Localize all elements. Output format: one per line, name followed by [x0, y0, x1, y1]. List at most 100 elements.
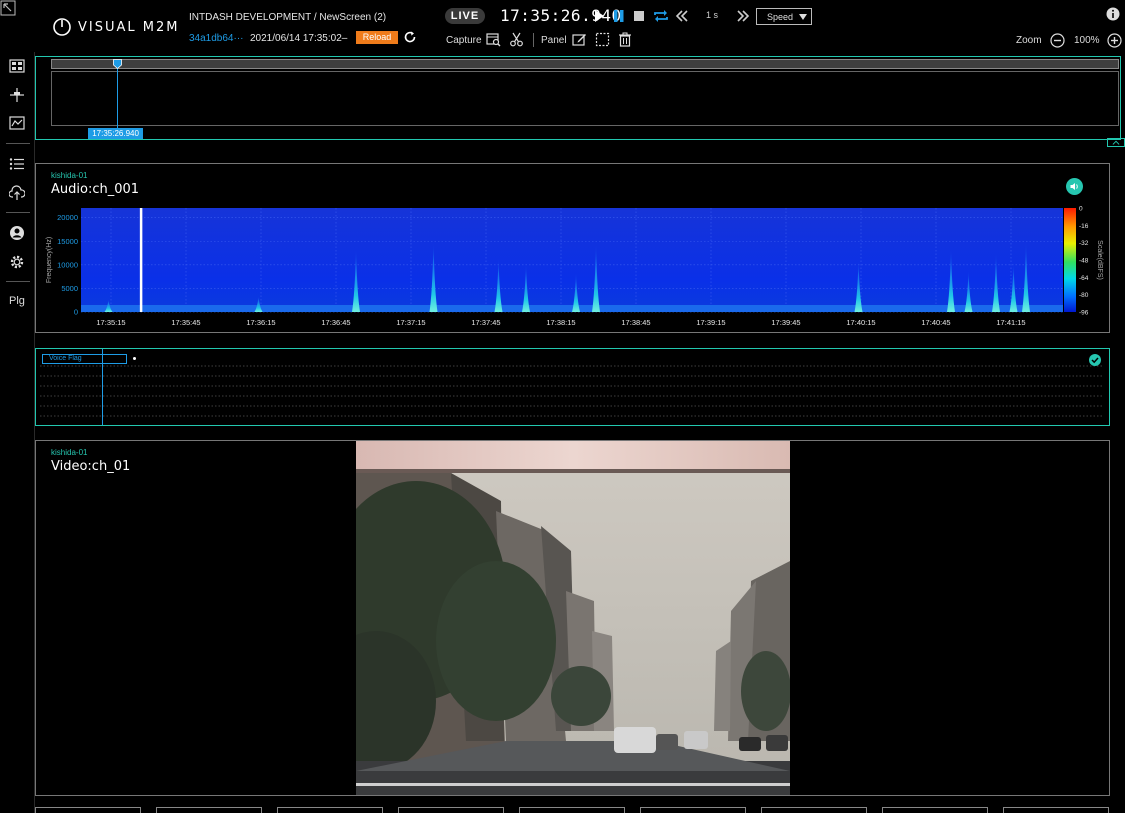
- x-tick-label: 17:37:45: [471, 318, 500, 327]
- dashboard-icon[interactable]: [9, 59, 25, 73]
- video-panel[interactable]: kishida-01 Video:ch_01: [35, 440, 1110, 796]
- color-tick-label: -32: [1079, 240, 1089, 247]
- signal-icon[interactable]: [9, 87, 25, 103]
- bottom-tab[interactable]: [640, 807, 746, 813]
- fast-forward-icon[interactable]: [736, 9, 750, 23]
- bottom-tab[interactable]: [882, 807, 988, 813]
- breadcrumb[interactable]: INTDASH DEVELOPMENT / NewScreen (2): [189, 12, 386, 23]
- x-tick-label: 17:35:15: [96, 318, 125, 327]
- color-tick-label: -80: [1079, 292, 1089, 299]
- color-scale-ticks: 0 -16 -32 -48 -64 -80 -96: [1079, 206, 1089, 317]
- play-icon[interactable]: [593, 9, 605, 23]
- audio-device-name: kishida-01: [51, 171, 88, 180]
- video-panel-title: Video:ch_01: [51, 459, 131, 474]
- bottom-tab[interactable]: [761, 807, 867, 813]
- live-button[interactable]: LIVE: [445, 8, 485, 24]
- x-axis-ticks: 17:35:15 17:35:45 17:36:15 17:36:45 17:37:15…: [96, 318, 1025, 327]
- color-tick-label: -64: [1079, 275, 1089, 282]
- spectrogram-noise-floor: [81, 305, 1063, 312]
- user-icon[interactable]: [9, 225, 25, 241]
- pause-icon[interactable]: [613, 9, 625, 23]
- measurement-date: 2021/06/14 17:35:02–: [250, 33, 348, 44]
- logo-text: VISUAL M2M: [78, 19, 180, 35]
- bottom-tab[interactable]: [35, 807, 141, 813]
- audio-panel[interactable]: kishida-01 Audio:ch_001 Frequency(Hz) 0 5…: [35, 163, 1110, 333]
- color-scale-label: Scale(dBFS): [1096, 240, 1103, 280]
- bottom-tab[interactable]: [519, 807, 625, 813]
- y-tick-label: 5000: [61, 284, 78, 293]
- y-tick-label: 20000: [57, 213, 78, 222]
- y-tick-label: 0: [74, 308, 78, 317]
- bottom-tab[interactable]: [156, 807, 262, 813]
- timeline-cursor[interactable]: [117, 61, 119, 129]
- gear-icon[interactable]: [9, 254, 25, 270]
- scissors-icon[interactable]: [509, 32, 524, 47]
- zoom-out-icon[interactable]: [1050, 33, 1065, 48]
- panel-select-icon[interactable]: [595, 32, 610, 47]
- loop-icon[interactable]: [653, 9, 669, 23]
- video-frame[interactable]: [356, 441, 790, 795]
- speaker-icon[interactable]: [1066, 178, 1083, 195]
- screen-icon[interactable]: [9, 116, 25, 130]
- bottom-tab[interactable]: [398, 807, 504, 813]
- x-tick-label: 17:38:15: [546, 318, 575, 327]
- panel-edit-icon[interactable]: [572, 32, 587, 47]
- spectrogram-chart[interactable]: Frequency(Hz) 0 5000 10000 15000 20000 17:35…: [36, 204, 1108, 332]
- x-tick-label: 17:39:45: [771, 318, 800, 327]
- flag-marker: [133, 357, 136, 360]
- calendar-search-icon[interactable]: [486, 32, 501, 47]
- speed-label: Speed: [767, 11, 794, 22]
- stop-icon[interactable]: [633, 9, 645, 23]
- timeline-area[interactable]: [51, 71, 1119, 126]
- list-icon[interactable]: [9, 157, 25, 171]
- audio-panel-title: Audio:ch_001: [51, 182, 140, 197]
- logo-power-icon: [53, 18, 71, 36]
- sidebar-divider: [6, 212, 30, 213]
- y-tick-label: 10000: [57, 260, 78, 269]
- expand-corner-icon[interactable]: [0, 0, 16, 16]
- x-tick-label: 17:35:45: [171, 318, 200, 327]
- capture-label: Capture: [446, 35, 482, 46]
- zoom-label: Zoom: [1016, 35, 1042, 46]
- bottom-tab[interactable]: [277, 807, 383, 813]
- voice-flag-panel[interactable]: Voice Flag: [35, 348, 1110, 426]
- y-tick-label: 15000: [57, 237, 78, 246]
- check-circle-icon[interactable]: [1089, 354, 1101, 366]
- x-tick-label: 17:39:15: [696, 318, 725, 327]
- plugin-label[interactable]: Plg: [9, 295, 25, 307]
- x-tick-label: 17:41:15: [996, 318, 1025, 327]
- x-tick-label: 17:40:15: [846, 318, 875, 327]
- color-tick-label: -96: [1079, 310, 1089, 317]
- y-axis-ticks: 0 5000 10000 15000 20000: [57, 213, 78, 316]
- x-tick-label: 17:36:15: [246, 318, 275, 327]
- timeline-handle-icon[interactable]: [113, 59, 123, 69]
- trash-icon[interactable]: [618, 32, 632, 47]
- refresh-icon[interactable]: [403, 30, 417, 44]
- measurement-id[interactable]: 34a1db64···: [189, 33, 243, 44]
- zoom-in-icon[interactable]: [1107, 33, 1122, 48]
- zoom-value: 100%: [1074, 35, 1100, 46]
- timeline-cursor-time: 17:35:26.940: [88, 128, 143, 139]
- logo: VISUAL M2M: [52, 16, 179, 38]
- sidebar-divider: [6, 143, 30, 144]
- panel-label: Panel: [541, 35, 567, 46]
- bottom-tab[interactable]: [1003, 807, 1109, 813]
- timeline-panel[interactable]: 17:35:26.940: [35, 56, 1121, 140]
- upload-icon[interactable]: [9, 185, 25, 201]
- info-icon[interactable]: [1106, 7, 1120, 21]
- timeline-scrub-bar[interactable]: [51, 59, 1119, 69]
- reload-button[interactable]: Reload: [356, 31, 398, 44]
- rewind-icon[interactable]: [675, 9, 689, 23]
- speed-select[interactable]: Speed: [756, 8, 812, 25]
- y-axis-label: Frequency(Hz): [46, 237, 53, 283]
- x-tick-label: 17:37:15: [396, 318, 425, 327]
- toolbar-divider: [533, 33, 534, 47]
- collapse-chevron-icon[interactable]: [1107, 138, 1125, 147]
- color-scale-bar: [1064, 208, 1076, 312]
- spectrogram-plot-area: [81, 208, 1063, 312]
- video-device-name: kishida-01: [51, 448, 88, 457]
- flag-grid-lines: [40, 365, 1104, 417]
- step-interval[interactable]: 1 s: [706, 10, 718, 20]
- spectrogram-playhead[interactable]: [139, 208, 143, 312]
- voice-flag-label[interactable]: Voice Flag: [42, 354, 127, 364]
